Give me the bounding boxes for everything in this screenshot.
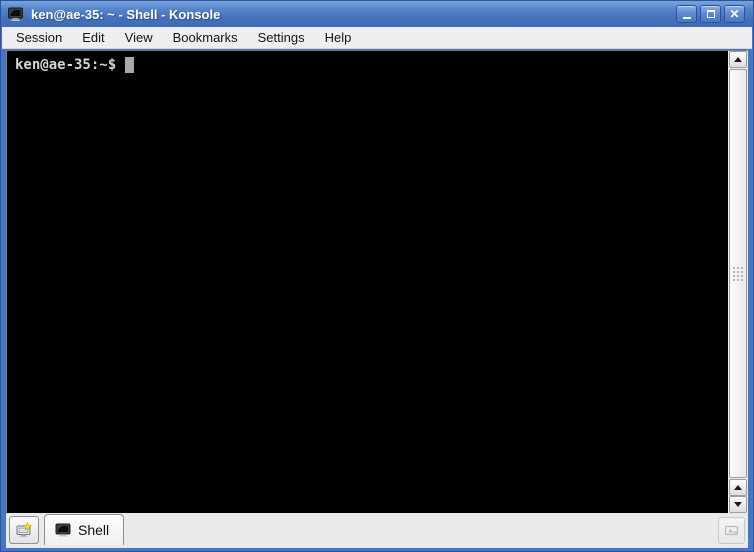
shell-prompt: ken@ae-35:~$ <box>15 57 116 73</box>
konsole-app-icon <box>7 6 24 22</box>
new-session-icon <box>16 522 32 538</box>
scroll-down-button[interactable] <box>729 496 747 513</box>
menu-session[interactable]: Session <box>6 27 72 48</box>
new-session-button[interactable] <box>9 516 39 544</box>
minimize-button[interactable] <box>676 5 697 23</box>
menu-view[interactable]: View <box>115 27 163 48</box>
scrollbar[interactable] <box>728 51 747 513</box>
menu-help[interactable]: Help <box>315 27 362 48</box>
terminal-cursor <box>125 57 134 73</box>
tab-shell[interactable]: Shell <box>44 514 124 545</box>
prompt-line: ken@ae-35:~$ <box>15 56 728 73</box>
scroll-up-button-bottom[interactable] <box>729 479 747 496</box>
close-icon: ✕ <box>729 8 739 20</box>
konsole-window: ken@ae-35: ~ - Shell - Konsole ✕ Session… <box>0 0 754 552</box>
menu-settings[interactable]: Settings <box>248 27 315 48</box>
shell-tab-icon <box>55 522 71 538</box>
tab-shell-label: Shell <box>78 522 109 538</box>
tabbar: Shell <box>6 514 748 548</box>
menu-bookmarks[interactable]: Bookmarks <box>163 27 248 48</box>
minimize-icon <box>683 17 691 19</box>
arrow-up-icon <box>734 57 742 62</box>
maximize-icon <box>707 10 715 18</box>
terminal-frame: ken@ae-35:~$ <box>6 50 748 514</box>
menubar: Session Edit View Bookmarks Settings Hel… <box>2 27 752 49</box>
arrow-down-icon <box>734 502 742 507</box>
session-list-button[interactable] <box>718 517 745 544</box>
arrow-up-icon <box>734 485 742 490</box>
close-button[interactable]: ✕ <box>724 5 745 23</box>
session-list-icon <box>724 523 740 539</box>
maximize-button[interactable] <box>700 5 721 23</box>
scroll-up-button[interactable] <box>729 51 747 68</box>
window-title: ken@ae-35: ~ - Shell - Konsole <box>31 7 676 22</box>
thumb-grip-icon <box>733 267 735 269</box>
titlebar[interactable]: ken@ae-35: ~ - Shell - Konsole ✕ <box>1 1 753 27</box>
menu-edit[interactable]: Edit <box>72 27 114 48</box>
scrollbar-thumb[interactable] <box>729 69 747 478</box>
terminal-screen[interactable]: ken@ae-35:~$ <box>7 51 728 513</box>
